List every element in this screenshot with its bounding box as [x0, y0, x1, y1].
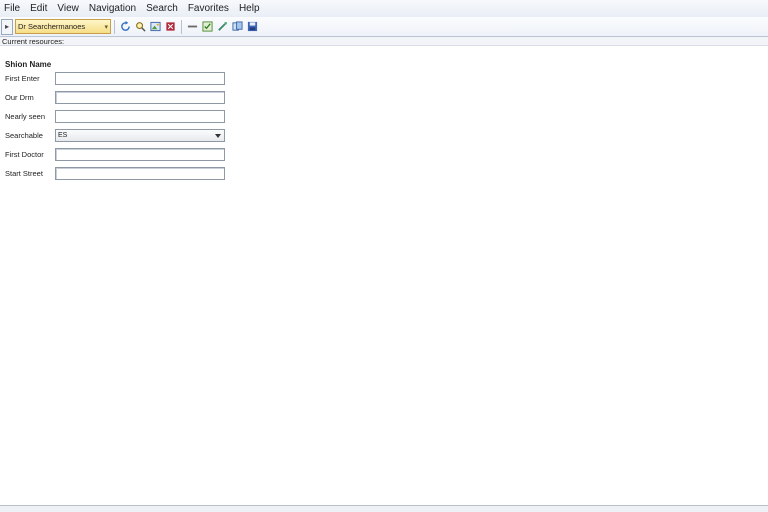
searchable-select[interactable]: ES: [55, 129, 225, 142]
toolbar-separator: [114, 19, 115, 34]
start-street-input[interactable]: [55, 167, 225, 180]
menu-navigation[interactable]: Navigation: [85, 0, 142, 17]
link-icon[interactable]: [232, 21, 243, 32]
field-label: Start Street: [5, 169, 43, 178]
record-form: Shion Name First Enter Our Drm Nearly se…: [5, 60, 235, 186]
chevron-down-icon[interactable]: [215, 133, 221, 138]
menu-favorites[interactable]: Favorites: [184, 0, 235, 17]
form-row-start-street: Start Street: [5, 167, 235, 180]
chevron-down-icon[interactable]: ▾: [104, 23, 108, 31]
form-row-searchable: Searchable ES: [5, 129, 235, 142]
field-label: Our Drm: [5, 93, 34, 102]
toolbar-separator: [181, 19, 182, 34]
disk-icon[interactable]: [247, 21, 258, 32]
first-doctor-input[interactable]: [55, 148, 225, 161]
field-label: Nearly seen: [5, 112, 46, 121]
form-row-our-drm: Our Drm: [5, 91, 235, 104]
form-row-first-doctor: First Doctor: [5, 148, 235, 161]
first-enter-input[interactable]: [55, 72, 225, 85]
form-row-nearly-seen: Nearly seen: [5, 110, 235, 123]
breadcrumb: Current resources:: [0, 37, 768, 46]
app-window: File Edit View Navigation Search Favorit…: [0, 0, 768, 512]
stop-icon[interactable]: [165, 21, 176, 32]
field-label: First Doctor: [5, 150, 44, 159]
favorite-icon[interactable]: [217, 21, 228, 32]
menu-bar: File Edit View Navigation Search Favorit…: [0, 0, 768, 18]
add-icon[interactable]: [187, 21, 198, 32]
toolbar-toggle-button[interactable]: ▸: [1, 18, 13, 35]
breadcrumb-text: Current resources:: [2, 37, 65, 46]
form-section-title: Shion Name: [5, 60, 52, 69]
menu-file[interactable]: File: [0, 0, 26, 17]
field-label: First Enter: [5, 74, 40, 83]
menu-help[interactable]: Help: [235, 0, 266, 17]
nearly-seen-input[interactable]: [55, 110, 225, 123]
menu-view[interactable]: View: [53, 0, 85, 17]
toolbar: ▸ Dr Searchermanoes ▾: [0, 17, 768, 37]
field-label: Searchable: [5, 131, 43, 140]
form-row-first-enter: First Enter: [5, 72, 235, 85]
refresh-icon[interactable]: [120, 21, 131, 32]
location-combo-value: Dr Searchermanoes: [18, 22, 86, 31]
our-drm-input[interactable]: [55, 91, 225, 104]
location-combo[interactable]: Dr Searchermanoes ▾: [15, 19, 111, 34]
menu-search[interactable]: Search: [142, 0, 184, 17]
save-icon[interactable]: [202, 21, 213, 32]
picture-icon[interactable]: [150, 21, 161, 32]
menu-edit[interactable]: Edit: [26, 0, 53, 17]
status-bar: [0, 505, 768, 512]
searchable-select-value: ES: [58, 132, 68, 139]
search-icon[interactable]: [135, 21, 146, 32]
